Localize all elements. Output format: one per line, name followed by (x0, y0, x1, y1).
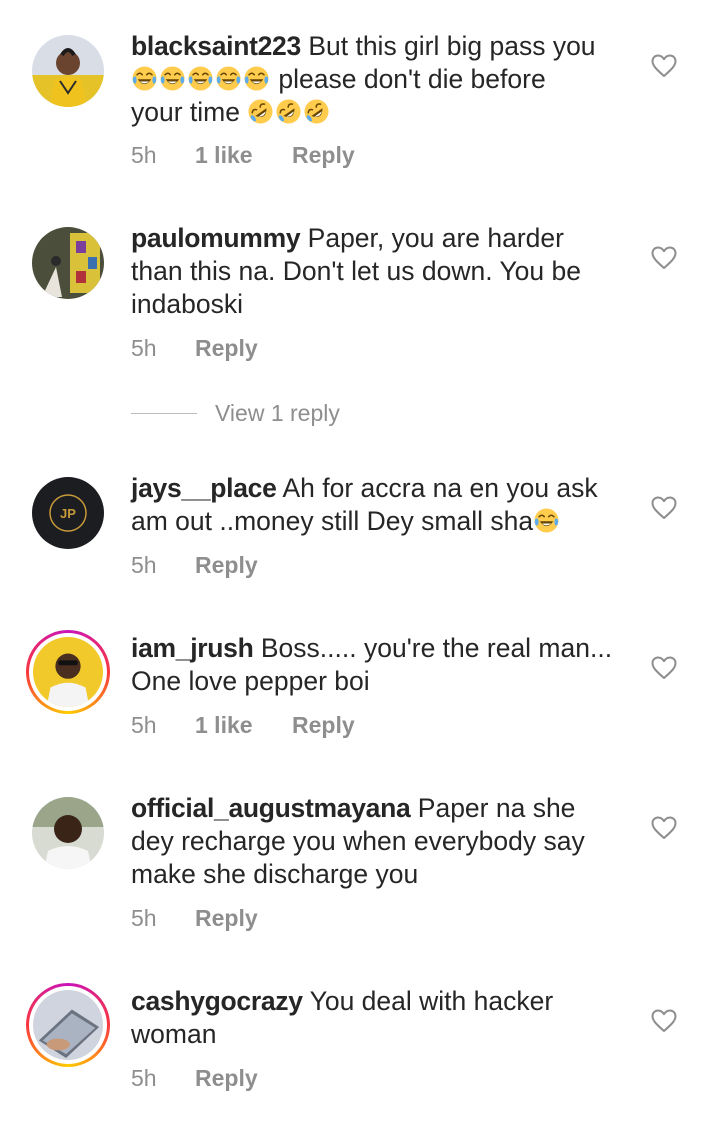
comment-body: One love pepper boi (131, 666, 370, 696)
avatar[interactable]: JP (30, 475, 106, 551)
face-with-tears-of-joy-icon (533, 507, 560, 534)
comment-body: woman (131, 1019, 217, 1049)
heart-outline-icon[interactable] (651, 246, 677, 270)
comment-body: Paper na she (417, 793, 576, 823)
avatar-story-ring[interactable] (26, 630, 110, 714)
heart-outline-icon[interactable] (651, 1009, 677, 1033)
comment-meta: 5h 1 like Reply (131, 712, 355, 739)
comment-time: 5h (131, 552, 157, 578)
avatar-image (32, 797, 104, 869)
face-with-tears-of-joy-icon (131, 65, 158, 92)
comment-text: jays__place Ah for accra na en you ask a… (131, 472, 631, 538)
avatar (29, 986, 107, 1064)
comment-time: 5h (131, 142, 157, 168)
comment-body: am out ..money still Dey small sha (131, 506, 534, 536)
face-with-tears-of-joy-icon (159, 65, 186, 92)
avatar[interactable] (30, 225, 106, 301)
comment-body: than this na. Don't let us down. You be (131, 256, 581, 286)
rolling-on-floor-laughing-icon (303, 98, 330, 125)
comment-username[interactable]: blacksaint223 (131, 31, 301, 61)
avatar[interactable] (30, 795, 106, 871)
comment-likes[interactable]: 1 like (195, 712, 292, 739)
comment-time: 5h (131, 712, 157, 738)
comment-body: indaboski (131, 289, 243, 319)
comment-body: dey recharge you when everybody say (131, 826, 585, 856)
comment-username[interactable]: official_augustmayana (131, 793, 411, 823)
avatar (29, 633, 107, 711)
comment-time: 5h (131, 905, 157, 931)
emoji-group (131, 64, 278, 94)
heart-outline-icon[interactable] (651, 496, 677, 520)
comment-username[interactable]: paulomummy (131, 223, 301, 253)
reply-button[interactable]: Reply (195, 1065, 258, 1092)
avatar[interactable] (30, 33, 106, 109)
comment-body: Paper, you are harder (307, 223, 564, 253)
avatar-story-ring[interactable] (26, 983, 110, 1067)
comment-username[interactable]: jays__place (131, 473, 277, 503)
comment-text: paulomummy Paper, you are harder than th… (131, 222, 631, 321)
comment-time: 5h (131, 335, 157, 361)
comment-meta: 5h Reply (131, 335, 258, 362)
comment-meta: 5h Reply (131, 1065, 258, 1092)
comment-username[interactable]: cashygocrazy (131, 986, 303, 1016)
avatar-image (32, 227, 104, 299)
rolling-on-floor-laughing-icon (275, 98, 302, 125)
comment-time: 5h (131, 1065, 157, 1091)
reply-button[interactable]: Reply (195, 552, 258, 579)
comment-text: blacksaint223 But this girl big pass you… (131, 30, 631, 129)
face-with-tears-of-joy-icon (243, 65, 270, 92)
face-with-tears-of-joy-icon (187, 65, 214, 92)
comment-meta: 5h Reply (131, 552, 258, 579)
comment-body: Ah for accra na en you ask (282, 473, 598, 503)
avatar-image (33, 637, 103, 707)
avatar-image: JP (32, 477, 104, 549)
comment-likes[interactable]: 1 like (195, 142, 292, 169)
reply-button[interactable]: Reply (195, 905, 258, 932)
rolling-on-floor-laughing-icon (247, 98, 274, 125)
avatar-image (32, 35, 104, 107)
divider (131, 413, 197, 414)
reply-button[interactable]: Reply (195, 335, 258, 362)
view-replies-button[interactable]: View 1 reply (131, 400, 340, 427)
comment-body: your time (131, 97, 240, 127)
comment-text: iam_jrush Boss..... you're the real man.… (131, 632, 631, 698)
comment-body: You deal with hacker (309, 986, 554, 1016)
comment-text: official_augustmayana Paper na she dey r… (131, 792, 631, 891)
avatar-image (33, 990, 103, 1060)
comment-body: Boss..... you're the real man... (260, 633, 613, 663)
comment-body: But this girl big pass you (308, 31, 596, 61)
comment-body: make she discharge you (131, 859, 419, 889)
svg-text:JP: JP (60, 506, 76, 521)
face-with-tears-of-joy-icon (215, 65, 242, 92)
comment-body: please don't die before (278, 64, 546, 94)
heart-outline-icon[interactable] (651, 656, 677, 680)
heart-outline-icon[interactable] (651, 54, 677, 78)
comment-username[interactable]: iam_jrush (131, 633, 254, 663)
reply-button[interactable]: Reply (292, 142, 355, 169)
reply-button[interactable]: Reply (292, 712, 355, 739)
comment-meta: 5h 1 like Reply (131, 142, 355, 169)
view-replies-label[interactable]: View 1 reply (215, 400, 340, 427)
comment-text: cashygocrazy You deal with hacker woman (131, 985, 631, 1051)
comment-meta: 5h Reply (131, 905, 258, 932)
heart-outline-icon[interactable] (651, 816, 677, 840)
